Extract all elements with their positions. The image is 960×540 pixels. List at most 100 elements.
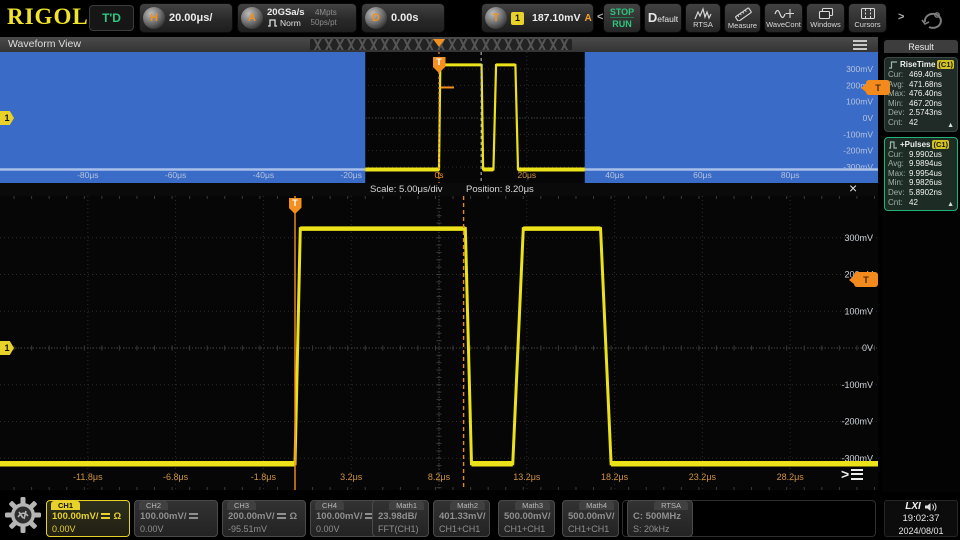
speaker-icon bbox=[924, 502, 937, 512]
t-knob-icon: T bbox=[485, 7, 507, 29]
run-label: RUN bbox=[612, 19, 632, 29]
channel-box-ch3-scale: 200.00mV/Ω bbox=[228, 510, 300, 523]
math-box-math2-tab: Math2 bbox=[450, 501, 485, 510]
trigger-button[interactable]: T 1 187.10mV A bbox=[481, 3, 594, 33]
default-label: Default bbox=[648, 14, 678, 23]
close-zoom-icon[interactable]: × bbox=[849, 180, 857, 196]
measurement-source-badge: (C1) bbox=[937, 60, 954, 69]
toolbar: RIGOL T'D H 20.00μs/ A 20GSa/s Norm 4Mpt… bbox=[0, 0, 960, 36]
cursors-button[interactable]: Cursors bbox=[848, 3, 887, 33]
measurement-row: Cur:469.40ns bbox=[888, 70, 954, 80]
overview-waveform-plot[interactable]: -80μs-60μs-40μs-20μs0s20μs40μs60μs80μs30… bbox=[0, 52, 878, 183]
sample-resolution: 50ps/pt bbox=[311, 18, 337, 28]
channel-box-ch1-tab: CH1 bbox=[51, 501, 80, 510]
measurement-name: +Pulses bbox=[900, 140, 930, 149]
measurement-row: Min:9.9826us bbox=[888, 178, 954, 188]
zoom-scale-bar: Scale: 5.00μs/div Position: 8.20μs × bbox=[0, 183, 878, 196]
delay-button[interactable]: D 0.00s bbox=[361, 3, 445, 33]
measurement-row: Cnt:42 bbox=[888, 118, 954, 128]
sample-rate: 20GSa/s bbox=[267, 8, 305, 18]
collapse-arrow-icon[interactable]: ▲ bbox=[947, 201, 954, 208]
stop-run-button[interactable]: STOP RUN bbox=[603, 3, 641, 33]
masked-region bbox=[585, 52, 878, 183]
h-knob-icon: H bbox=[143, 7, 165, 29]
acq-mode: Norm bbox=[280, 18, 301, 28]
time-axis-label: -40μs bbox=[253, 170, 274, 180]
time-axis-label: 80μs bbox=[781, 170, 800, 180]
wavecont-button[interactable]: WaveCont bbox=[764, 3, 803, 33]
toolbar-scroll-right[interactable]: > bbox=[898, 11, 904, 23]
trigger-position-indicator-icon[interactable] bbox=[433, 39, 445, 47]
math-box-math4[interactable]: Math4500.00mV/CH1+CH1 bbox=[562, 500, 619, 537]
channel-status-bar: CH1100.00mV/Ω0.00VCH2100.00mV/0.00VCH320… bbox=[0, 492, 960, 540]
math-box-math2[interactable]: Math2401.33mV/CH1+CH1 bbox=[433, 500, 490, 537]
trigger-level-tag[interactable]: T bbox=[866, 80, 890, 95]
measure-label: Measure bbox=[728, 22, 757, 30]
channel-box-ch2-scale: 100.00mV/ bbox=[140, 510, 212, 523]
channel-box-ch1[interactable]: CH1100.00mV/Ω0.00V bbox=[46, 500, 130, 537]
rtsa-box-scale: C: 500MHz bbox=[633, 510, 687, 523]
measurement-card-Pulses[interactable]: +Pulses(C1)Cur:9.9902usAvg:9.9894usMax:9… bbox=[884, 137, 958, 212]
trigger-level-tag[interactable]: T bbox=[854, 272, 878, 287]
time-axis-label: 60μs bbox=[693, 170, 712, 180]
cursors-label: Cursors bbox=[854, 21, 880, 29]
measurement-row: Avg:9.9894us bbox=[888, 159, 954, 169]
measurement-icon bbox=[888, 140, 898, 149]
memory-depth: 4Mpts bbox=[315, 8, 337, 18]
acquisition-button[interactable]: A 20GSa/s Norm 4Mpts 50ps/pt bbox=[237, 3, 357, 33]
channel-box-ch2[interactable]: CH2100.00mV/0.00V bbox=[134, 500, 218, 537]
channel-box-ch2-offset: 0.00V bbox=[140, 523, 212, 535]
system-status: LXI 19:02:37 2024/08/01 bbox=[884, 500, 958, 537]
screen-capture-icon[interactable] bbox=[912, 5, 952, 32]
rtsa-box-tab: RTSA bbox=[654, 501, 688, 510]
zoom-waveform-plot[interactable]: > -11.8μs-6.8μs-1.8μs3.2μs8.2μs13.2μs18.… bbox=[0, 196, 878, 490]
math-box-math3[interactable]: Math3500.00mV/CH1+CH1 bbox=[498, 500, 555, 537]
trigger-status-badge: T'D bbox=[89, 5, 134, 31]
system-date: 2024/08/01 bbox=[898, 525, 943, 537]
view-title: Waveform View bbox=[8, 38, 81, 50]
cursors-icon bbox=[860, 7, 876, 20]
time-axis-label: 40μs bbox=[605, 170, 624, 180]
measurement-name: RiseTime bbox=[900, 60, 935, 69]
math-box-math1[interactable]: Math123.98dB/FFT(CH1) bbox=[372, 500, 429, 537]
impedance-icon: Ω bbox=[113, 510, 121, 523]
measurement-card-RiseTime[interactable]: RiseTime(C1)Cur:469.40nsAvg:471.68nsMax:… bbox=[884, 57, 958, 132]
zoom-svg: -11.8μs-6.8μs-1.8μs3.2μs8.2μs13.2μs18.2μ… bbox=[0, 196, 878, 490]
channel-box-ch4-tab: CH4 bbox=[315, 501, 344, 510]
view-menu-icon[interactable] bbox=[853, 40, 867, 50]
spectrum-icon bbox=[694, 7, 712, 20]
measurement-row: Max:9.9954us bbox=[888, 169, 954, 179]
plot-menu-icon[interactable]: > bbox=[841, 467, 863, 481]
channel-box-ch1-scale: 100.00mV/Ω bbox=[52, 510, 124, 523]
masked-region bbox=[0, 52, 365, 183]
math-box-math4-tab: Math4 bbox=[579, 501, 614, 510]
dc-coupling-icon bbox=[101, 513, 110, 520]
windows-icon bbox=[818, 7, 834, 20]
collapse-arrow-icon[interactable]: ▲ bbox=[947, 122, 954, 129]
volt-axis-label: -200mV bbox=[841, 417, 873, 427]
settings-gear-icon[interactable] bbox=[4, 496, 42, 534]
channel-box-ch3[interactable]: CH3200.00mV/Ω-95.51mV bbox=[222, 500, 306, 537]
measure-button[interactable]: Measure bbox=[724, 3, 761, 33]
dc-coupling-icon bbox=[189, 513, 198, 520]
time-axis-label: -80μs bbox=[77, 170, 98, 180]
time-axis-label: 18.2μs bbox=[601, 472, 629, 482]
measurement-row: Cur:9.9902us bbox=[888, 150, 954, 160]
horizontal-timebase-button[interactable]: H 20.00μs/ bbox=[139, 3, 233, 33]
timebase-value: 20.00μs/ bbox=[169, 12, 212, 24]
lxi-logo: LXI bbox=[905, 501, 921, 513]
system-time: 19:02:37 bbox=[903, 513, 940, 525]
math-box-math2-scale: 401.33mV/ bbox=[439, 510, 484, 523]
math-box-math3-tab: Math3 bbox=[515, 501, 550, 510]
measurement-row: Dev:2.5743ns bbox=[888, 108, 954, 118]
default-button[interactable]: Default bbox=[644, 3, 682, 33]
impedance-icon: Ω bbox=[289, 510, 297, 523]
rtsa-button[interactable]: RTSA bbox=[685, 3, 721, 33]
d-knob-icon: D bbox=[365, 7, 387, 29]
rtsa-box[interactable]: RTSAC: 500MHzS: 20kHz bbox=[627, 500, 693, 537]
measurement-cards: RiseTime(C1)Cur:469.40nsAvg:471.68nsMax:… bbox=[884, 57, 958, 216]
trigger-level-value: 187.10mV bbox=[532, 12, 580, 24]
math-box-math4-scale: 500.00mV/ bbox=[568, 510, 613, 523]
result-header: Result bbox=[884, 40, 958, 53]
windows-button[interactable]: Windows bbox=[806, 3, 845, 33]
